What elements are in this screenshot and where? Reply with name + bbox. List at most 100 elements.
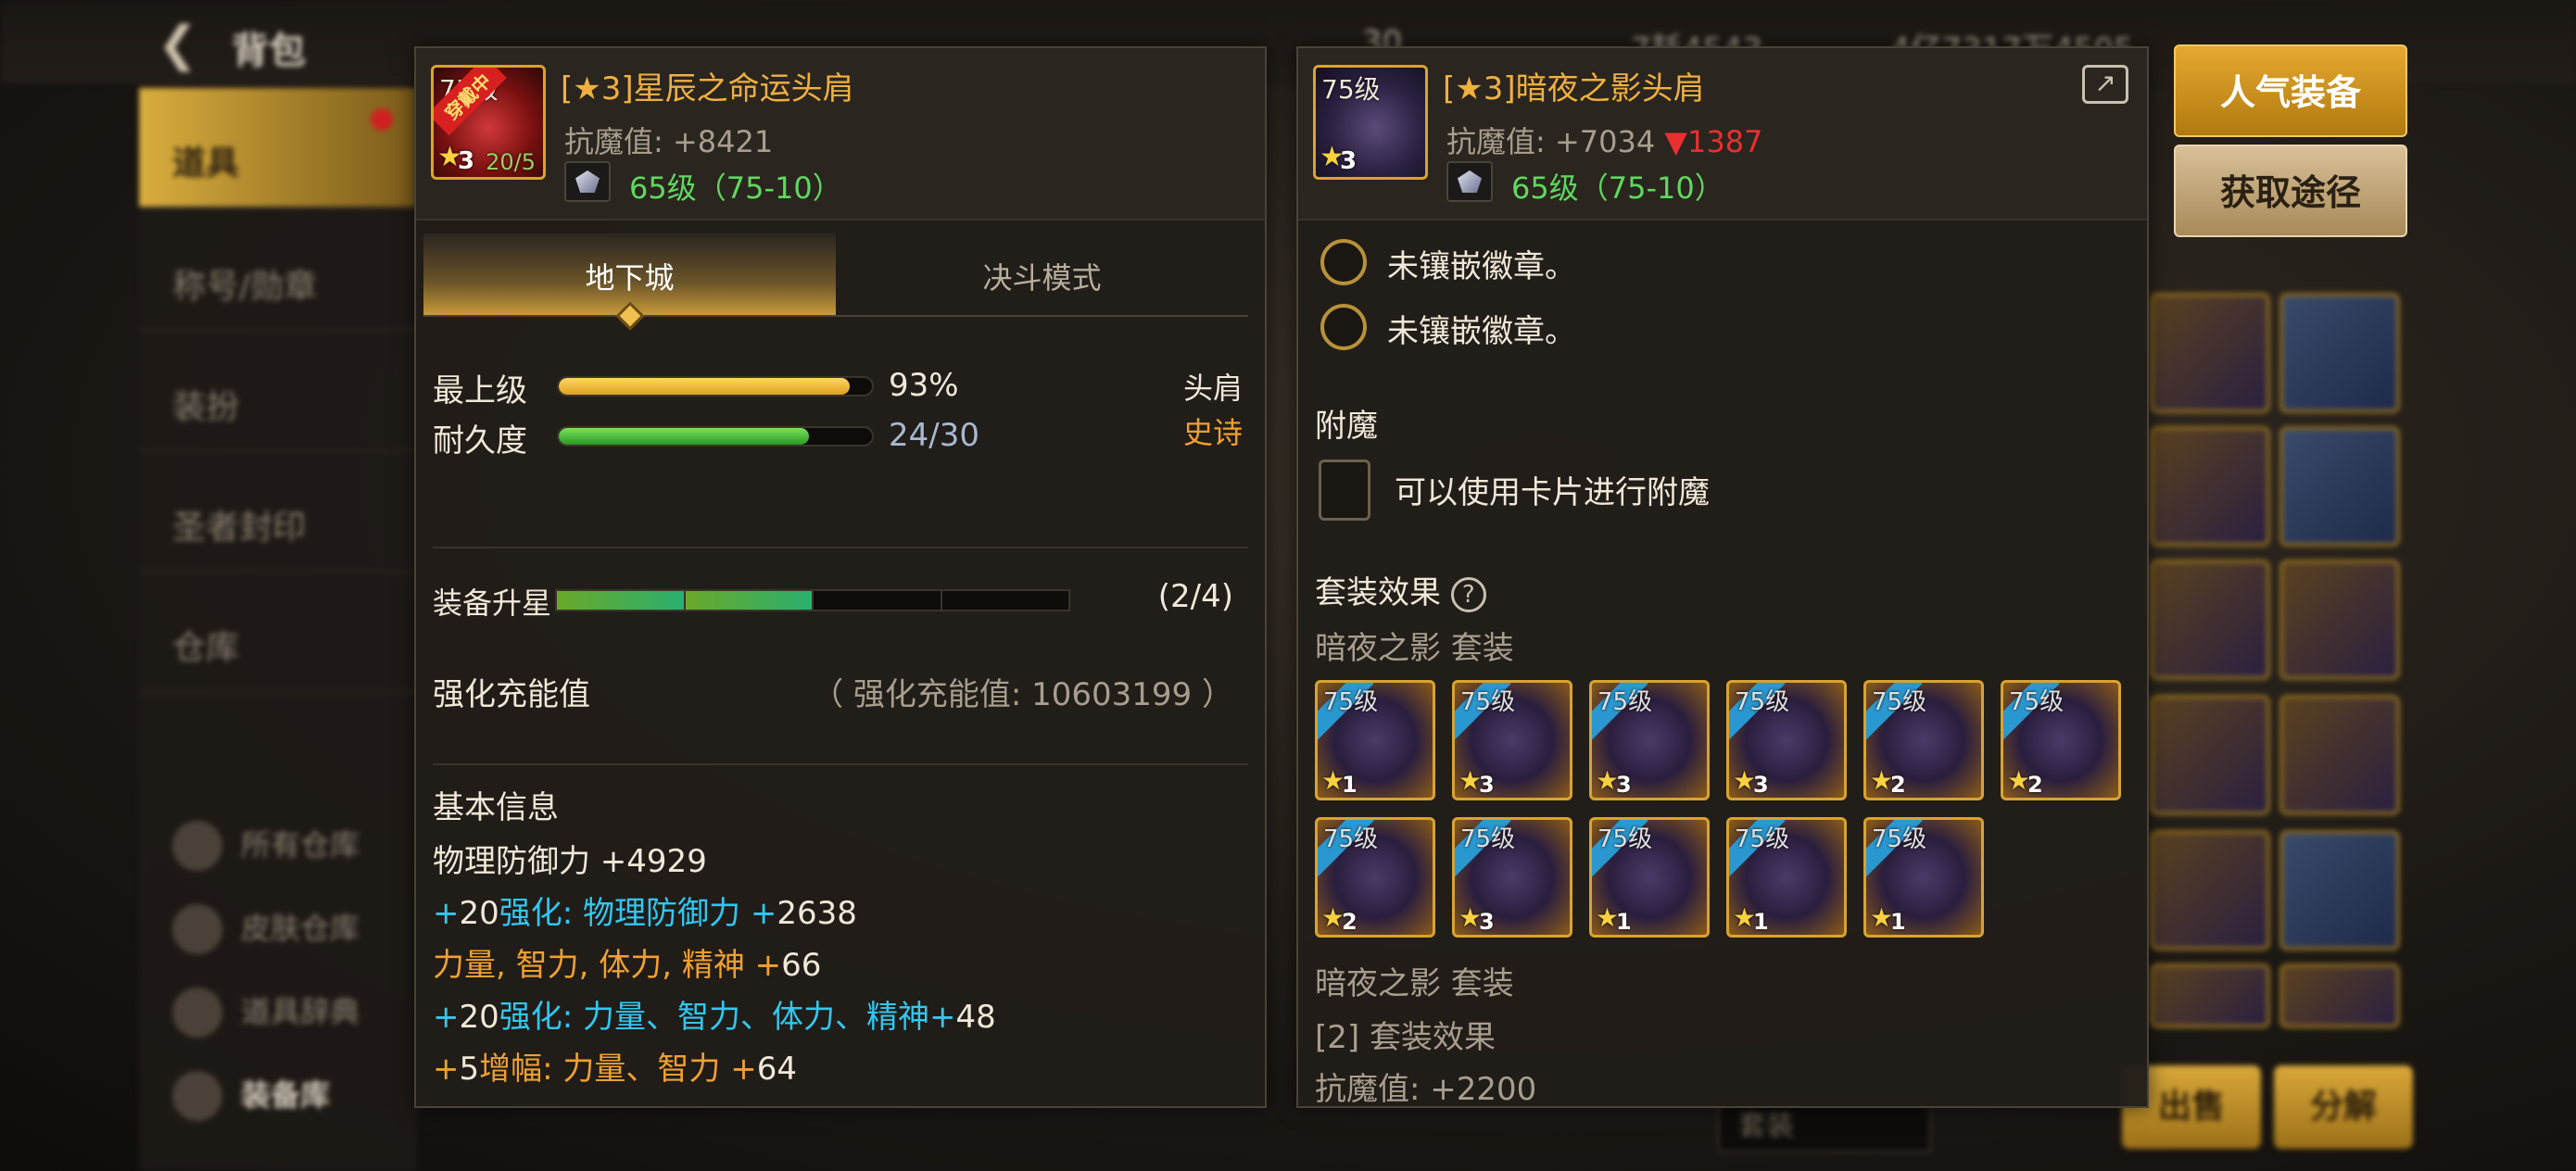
tab-duel[interactable]: 决斗模式 [836, 233, 1248, 315]
store-equipment[interactable]: 装备库 [167, 1058, 330, 1132]
inventory-slot[interactable] [2279, 560, 2400, 680]
inventory-slot[interactable] [2150, 963, 2270, 1028]
disassemble-button[interactable]: 分解 [2274, 1065, 2413, 1149]
upgrade-star-count: (2/4) [1157, 578, 1233, 615]
star-count: 3 [1753, 772, 1769, 798]
item-level-label: 75级 [1872, 688, 1927, 716]
star-bar-segment [685, 591, 814, 610]
magic-resist-value: 抗魔值: +8421 [564, 124, 774, 159]
sidebar-item-storage[interactable]: 仓库 [139, 573, 417, 693]
set-bonus-value: 抗魔值: +2200 [1315, 1071, 1537, 1108]
inventory-slot[interactable] [2279, 830, 2400, 951]
item-name: [★3]暗夜之影头肩 [1443, 70, 1705, 107]
item-level-label: 75级 [1597, 688, 1653, 716]
inventory-slot[interactable] [2279, 293, 2400, 413]
inventory-slot[interactable] [2150, 560, 2270, 680]
upgrade-star-label: 装备升星 [433, 586, 552, 621]
item-count: 20/5 [486, 149, 536, 175]
set-item-slot[interactable]: 75级 ★ 1 [1726, 817, 1847, 938]
sidebar-item-titles[interactable]: 称号/勋章 [139, 211, 417, 332]
dictionary-icon [172, 988, 222, 1038]
set-item-slot[interactable]: 75级 ★ 3 [1726, 680, 1847, 800]
inventory-slot[interactable] [2150, 426, 2270, 547]
inventory-slot[interactable] [2279, 963, 2400, 1028]
back-arrow-icon[interactable]: ❮ [158, 17, 213, 72]
set-item-slot[interactable]: 75级 ★ 2 [2001, 680, 2121, 800]
item-level-label: 75级 [2009, 688, 2065, 716]
set-item-slot[interactable]: 75级 ★ 1 [1589, 817, 1710, 938]
grade-label: 最上级 [433, 372, 527, 409]
star-count: 3 [1340, 147, 1357, 175]
basic-info-segment: 增幅: 力量、智力 + [479, 1051, 757, 1088]
item-level-label: 75级 [1460, 825, 1516, 853]
durability-bar-fill [559, 428, 810, 445]
item-header: 75级 ★ 3 [★3]暗夜之影头肩 抗魔值: +7034 ▼1387 65级（… [1298, 48, 2147, 220]
star-count: 3 [458, 147, 475, 175]
basic-info-line: 力量, 智力, 体力, 精神 +66 [433, 939, 821, 985]
set-item-slot[interactable]: 75级 ★ 3 [1452, 680, 1572, 800]
inventory-slot[interactable] [2279, 695, 2400, 815]
help-icon[interactable]: ? [1450, 576, 1486, 612]
basic-info-line: +20强化: 物理防御力 +2638 [433, 888, 857, 933]
item-level-label: 75级 [1323, 688, 1379, 716]
star-count: 3 [1616, 772, 1632, 798]
set-item-slot[interactable]: 75级 ★ 1 [1315, 680, 1435, 800]
set-item-slot[interactable]: 75级 ★ 2 [1315, 817, 1435, 938]
set-item-slot[interactable]: 75级 ★ 3 [1452, 817, 1572, 938]
level-range: 65级（75-10） [629, 170, 842, 206]
set-item-slot[interactable]: 75级 ★ 1 [1863, 817, 1984, 938]
emblem-ring-icon [1320, 304, 1367, 350]
slot-type: 头肩 [1182, 371, 1243, 406]
star-count: 1 [1616, 909, 1632, 935]
set-effect-title: 套装效果 ? [1315, 567, 1486, 612]
enchant-text: 可以使用卡片进行附魔 [1395, 474, 1710, 511]
set-item-slot[interactable]: 75级 ★ 2 [1863, 680, 1984, 800]
store-all[interactable]: 所有仓库 [167, 808, 360, 882]
share-icon[interactable]: ↗ [2082, 65, 2128, 104]
acquisition-source-button[interactable]: 获取途径 [2174, 145, 2407, 237]
divider [433, 547, 1248, 548]
sidebar-item-items[interactable]: 道具 [139, 88, 417, 208]
star-count: 1 [1342, 772, 1357, 798]
notification-dot [371, 108, 393, 131]
popular-equipment-button[interactable]: 人气装备 [2174, 44, 2407, 137]
resist-diff: ▼1387 [1664, 124, 1763, 159]
inventory-slot[interactable] [2150, 695, 2270, 815]
set-item-slot[interactable]: 75级 ★ 3 [1589, 680, 1710, 800]
star-bar-segment [814, 591, 942, 610]
store-skin[interactable]: 皮肤仓库 [167, 891, 360, 965]
inventory-slot[interactable] [2150, 293, 2270, 413]
basic-info-segment: + [433, 895, 460, 932]
sidebar-item-label: 圣者封印 [172, 509, 307, 547]
item-level-label: 75级 [1323, 825, 1379, 853]
sidebar-item-label: 装扮 [172, 388, 240, 426]
basic-info-segment: 20 [459, 895, 499, 932]
equipment-icon [172, 1071, 222, 1121]
filter-dropdown[interactable]: 套装 [1718, 1101, 1931, 1152]
durability-label: 耐久度 [433, 422, 527, 460]
enchant-card-slot[interactable] [1319, 460, 1370, 521]
basic-info-segment: 强化: 物理防御力 + [499, 895, 777, 932]
skin-icon [172, 904, 222, 954]
basic-info-segment: 66 [781, 947, 822, 984]
inventory-slot[interactable] [2279, 426, 2400, 547]
enchant-title: 附魔 [1315, 408, 1378, 445]
charge-label: 强化充能值 [433, 676, 590, 713]
sidebar-item-seal[interactable]: 圣者封印 [139, 452, 417, 573]
basic-info-segment: 4929 [626, 843, 707, 880]
sidebar-item-avatar[interactable]: 装扮 [139, 332, 417, 452]
inventory-slot[interactable] [2150, 830, 2270, 951]
store-dictionary[interactable]: 道具辞典 [167, 975, 360, 1049]
rarity-label: 史诗 [1182, 415, 1243, 450]
emblem-ring-icon [1320, 239, 1367, 285]
item-level-label: 75级 [1735, 825, 1790, 853]
star-count: 2 [1890, 772, 1906, 798]
emblem-text: 未镶嵌徽章。 [1387, 313, 1576, 350]
set-name: 暗夜之影 套装 [1315, 965, 1514, 1002]
basic-info-line: +20强化: 力量、智力、体力、精神+48 [433, 991, 996, 1037]
item-level-label: 75级 [1460, 688, 1516, 716]
magic-resist-value: 抗魔值: +7034 ▼1387 [1446, 124, 1763, 159]
basic-info-segment: 5 [459, 1051, 480, 1088]
basic-info-title: 基本信息 [433, 789, 559, 826]
set-name: 暗夜之影 套装 [1315, 630, 1514, 667]
